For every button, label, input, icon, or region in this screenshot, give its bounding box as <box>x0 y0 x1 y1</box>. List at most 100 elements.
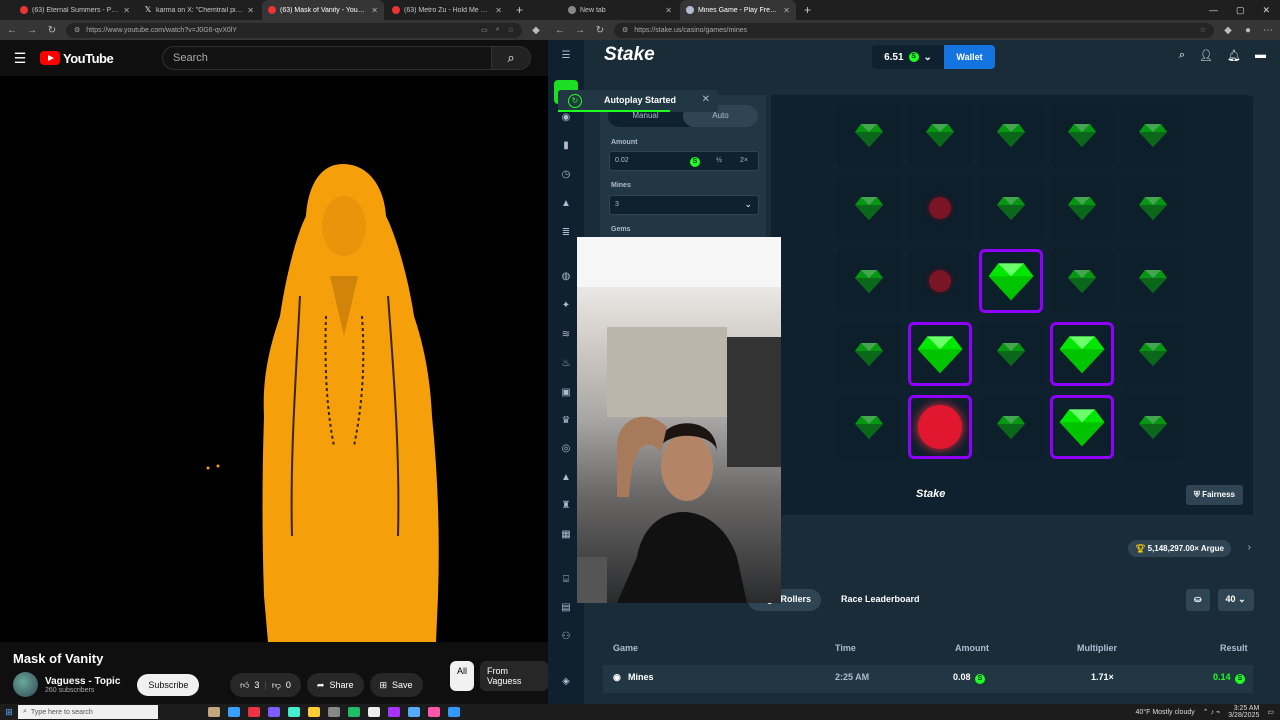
stack-icon[interactable]: ≋ <box>560 329 572 341</box>
app-icon[interactable] <box>308 707 320 717</box>
mines-tile[interactable] <box>837 176 901 240</box>
search-input[interactable]: Search <box>162 46 492 70</box>
list-icon[interactable]: ≣ <box>560 227 572 239</box>
profile-icon[interactable]: ● <box>1242 25 1254 36</box>
reload-icon[interactable]: ↻ <box>594 25 606 36</box>
mines-tile[interactable] <box>979 395 1043 459</box>
left-address-bar[interactable]: ⚙ https://www.youtube.com/watch?v=J0G6-q… <box>66 22 522 38</box>
star-icon[interactable]: ☆ <box>508 26 514 34</box>
mines-tile[interactable] <box>908 395 972 459</box>
user-icon[interactable]: 👤︎ <box>1199 49 1213 62</box>
table-toggle-icon[interactable]: ⛀ <box>1186 589 1210 611</box>
like-button[interactable]: 👍︎ 3 | 👎︎ 0 <box>230 673 301 697</box>
right-address-bar[interactable]: ⚙ https://stake.us/casino/games/mines ☆ <box>614 22 1214 38</box>
youtube-logo[interactable]: YouTube <box>40 51 114 66</box>
close-icon[interactable]: ✕ <box>371 6 378 15</box>
back-icon[interactable]: ← <box>554 25 566 36</box>
balance-selector[interactable]: 6.51 S ⌄ <box>872 45 944 69</box>
windows-start-icon[interactable]: ⊞ <box>0 707 18 718</box>
chip-from-channel[interactable]: From Vaguess <box>480 661 548 691</box>
maximize-icon[interactable]: ▢ <box>1236 5 1245 16</box>
mines-tile[interactable] <box>1121 395 1185 459</box>
wallet-button[interactable]: Wallet <box>944 45 995 69</box>
video-player[interactable] <box>0 76 548 642</box>
fairness-button[interactable]: ⛨ Fairness <box>1185 485 1243 505</box>
chat-icon[interactable]: ◈ <box>560 676 572 688</box>
mines-tile[interactable] <box>837 322 901 386</box>
half-button[interactable]: ½ <box>716 157 722 164</box>
slots-icon[interactable]: ◍ <box>560 271 572 283</box>
left-tab-4[interactable]: (63) Metro Zu - Hold Me Down - Y ✕ <box>386 0 508 20</box>
people-icon[interactable]: ⚇ <box>560 631 572 643</box>
close-icon[interactable]: ✕ <box>123 6 130 15</box>
zoom-icon[interactable]: ⌕ <box>496 26 500 34</box>
mines-tile[interactable] <box>1121 103 1185 167</box>
app-icon[interactable] <box>408 707 420 717</box>
app-icon[interactable] <box>428 707 440 717</box>
thumbs-down-icon[interactable]: 👎︎ <box>272 680 281 691</box>
forward-icon[interactable]: → <box>26 25 38 36</box>
search-button[interactable]: ⌕ <box>491 46 531 70</box>
puzzle-icon[interactable]: ▣ <box>560 387 572 399</box>
mines-tile[interactable] <box>908 322 972 386</box>
notification-icon[interactable]: ▭ <box>1267 708 1274 716</box>
app-icon[interactable] <box>208 707 220 717</box>
mines-tile[interactable] <box>1121 176 1185 240</box>
new-tab-icon[interactable]: + <box>510 3 529 17</box>
star-icon[interactable]: ☆ <box>1200 26 1206 34</box>
more-icon[interactable]: ⋯ <box>1262 25 1274 36</box>
clock[interactable]: 3:25 AM 3/28/2025 <box>1228 705 1259 719</box>
mines-tile[interactable] <box>908 176 972 240</box>
search-icon[interactable]: ⌕ <box>1179 49 1185 62</box>
app-icon[interactable] <box>288 707 300 717</box>
trophy-icon[interactable]: ♜ <box>560 500 572 512</box>
mines-tile[interactable] <box>1050 249 1114 313</box>
close-window-icon[interactable]: ✕ <box>1262 5 1270 16</box>
app-icon[interactable] <box>268 707 280 717</box>
grid-icon[interactable]: ▦ <box>560 529 572 541</box>
mines-tile[interactable] <box>1121 322 1185 386</box>
row-game[interactable]: Mines <box>628 672 654 682</box>
mines-tile[interactable] <box>908 103 972 167</box>
gift-icon[interactable]: ⌸ <box>560 574 572 586</box>
double-button[interactable]: 2× <box>740 157 748 164</box>
mines-tile[interactable] <box>837 103 901 167</box>
bookmark-icon[interactable]: ▮ <box>560 140 572 152</box>
rows-select[interactable]: 40 ⌄ <box>1217 589 1254 611</box>
app-icon[interactable] <box>328 707 340 717</box>
extensions-icon[interactable]: ◆ <box>1222 25 1234 36</box>
mines-tile[interactable] <box>1050 322 1114 386</box>
flask2-icon[interactable]: ▲ <box>560 472 572 484</box>
left-tab-1[interactable]: (63) Eternal Summers - Pure Affec ✕ <box>14 0 136 20</box>
close-icon[interactable]: ✕ <box>783 6 790 15</box>
save-button[interactable]: ⊞ Save <box>369 673 423 697</box>
app-icon[interactable] <box>448 707 460 717</box>
amount-input[interactable]: 0.02 S ½ 2× <box>609 151 759 171</box>
left-tab-3[interactable]: (63) Mask of Vanity - YouTube ✕ <box>262 0 384 20</box>
forward-icon[interactable]: → <box>574 25 586 36</box>
mines-tile[interactable] <box>908 249 972 313</box>
menu-icon[interactable]: ☰ <box>560 50 572 62</box>
back-icon[interactable]: ← <box>6 25 18 36</box>
mines-tile[interactable] <box>837 395 901 459</box>
left-tab-2[interactable]: 𝕏karma on X: "Chemtrail pilots filin ✕ <box>138 0 260 20</box>
app-icon[interactable] <box>348 707 360 717</box>
channel-avatar[interactable] <box>13 672 38 697</box>
app-icon[interactable] <box>388 707 400 717</box>
mines-tile[interactable] <box>1121 249 1185 313</box>
mines-tile[interactable] <box>979 249 1043 313</box>
reload-icon[interactable]: ↻ <box>46 25 58 36</box>
mines-tile[interactable] <box>1050 103 1114 167</box>
mines-select[interactable]: 3 ⌄ <box>609 195 759 215</box>
right-tab-2[interactable]: Mines Game - Play Free Socia ✕ <box>680 0 796 20</box>
extension-icon[interactable]: ◆ <box>530 25 542 36</box>
site-info-icon[interactable]: ⚙ <box>74 26 80 34</box>
taskbar-search[interactable]: ⌕ Type here to search <box>18 705 158 719</box>
right-tab-1[interactable]: New tab ✕ <box>562 0 678 20</box>
menu-icon[interactable]: ☰ <box>0 50 40 67</box>
mines-tile[interactable] <box>979 176 1043 240</box>
bell-icon[interactable]: 🔔︎ <box>1227 49 1241 62</box>
app-icon[interactable] <box>368 707 380 717</box>
minimize-icon[interactable]: — <box>1209 5 1218 16</box>
flask-icon[interactable]: ▲ <box>560 198 572 210</box>
